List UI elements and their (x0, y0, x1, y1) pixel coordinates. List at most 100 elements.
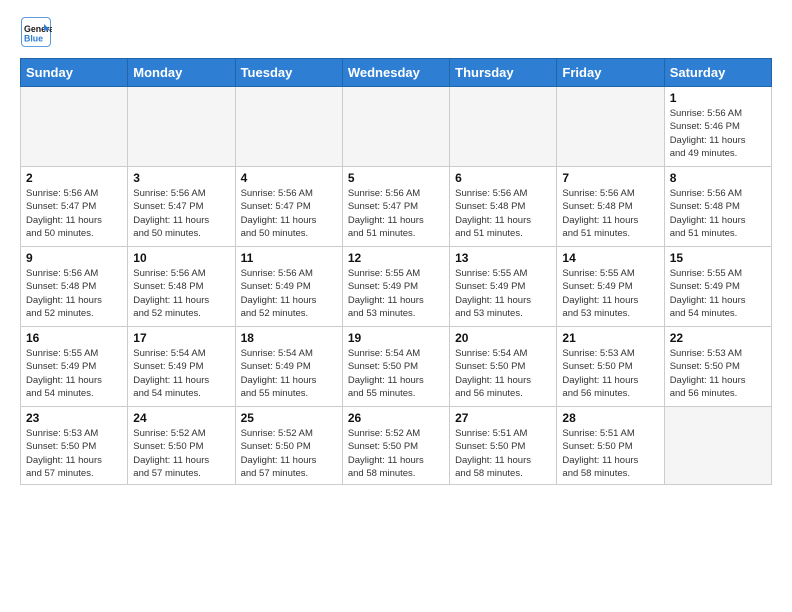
day-info: Sunrise: 5:55 AM Sunset: 5:49 PM Dayligh… (26, 347, 122, 400)
day-cell: 3 Sunrise: 5:56 AM Sunset: 5:47 PM Daylig… (128, 167, 235, 247)
day-cell (664, 407, 771, 485)
week-row-5: 23 Sunrise: 5:53 AM Sunset: 5:50 PM Dayli… (21, 407, 772, 485)
day-cell: 15 Sunrise: 5:55 AM Sunset: 5:49 PM Dayli… (664, 247, 771, 327)
day-cell: 18 Sunrise: 5:54 AM Sunset: 5:49 PM Dayli… (235, 327, 342, 407)
day-number: 28 (562, 411, 658, 425)
day-cell: 14Sunrise: 5:55 AM Sunset: 5:49 PM Dayli… (557, 247, 664, 327)
day-number: 23 (26, 411, 122, 425)
day-cell (557, 87, 664, 167)
day-cell: 9 Sunrise: 5:56 AM Sunset: 5:48 PM Daylig… (21, 247, 128, 327)
day-cell: 20 Sunrise: 5:54 AM Sunset: 5:50 PM Dayli… (450, 327, 557, 407)
day-cell: 7 Sunrise: 5:56 AM Sunset: 5:48 PM Daylig… (557, 167, 664, 247)
weekday-header-friday: Friday (557, 59, 664, 87)
weekday-header-sunday: Sunday (21, 59, 128, 87)
day-info: Sunrise: 5:53 AM Sunset: 5:50 PM Dayligh… (670, 347, 766, 400)
day-number: 16 (26, 331, 122, 345)
day-number: 4 (241, 171, 337, 185)
weekday-header-row: SundayMondayTuesdayWednesdayThursdayFrid… (21, 59, 772, 87)
week-row-3: 9 Sunrise: 5:56 AM Sunset: 5:48 PM Daylig… (21, 247, 772, 327)
day-number: 19 (348, 331, 444, 345)
day-number: 7 (562, 171, 658, 185)
day-number: 22 (670, 331, 766, 345)
weekday-header-thursday: Thursday (450, 59, 557, 87)
day-info: Sunrise: 5:56 AM Sunset: 5:47 PM Dayligh… (26, 187, 122, 240)
day-info: Sunrise: 5:56 AM Sunset: 5:48 PM Dayligh… (455, 187, 551, 240)
weekday-header-tuesday: Tuesday (235, 59, 342, 87)
day-info: Sunrise: 5:53 AM Sunset: 5:50 PM Dayligh… (26, 427, 122, 480)
day-number: 25 (241, 411, 337, 425)
day-info: Sunrise: 5:56 AM Sunset: 5:47 PM Dayligh… (348, 187, 444, 240)
day-cell: 8 Sunrise: 5:56 AM Sunset: 5:48 PM Daylig… (664, 167, 771, 247)
day-number: 14 (562, 251, 658, 265)
day-info: Sunrise: 5:56 AM Sunset: 5:48 PM Dayligh… (133, 267, 229, 320)
day-cell: 4 Sunrise: 5:56 AM Sunset: 5:47 PM Daylig… (235, 167, 342, 247)
day-info: Sunrise: 5:52 AM Sunset: 5:50 PM Dayligh… (133, 427, 229, 480)
week-row-4: 16 Sunrise: 5:55 AM Sunset: 5:49 PM Dayli… (21, 327, 772, 407)
day-info: Sunrise: 5:56 AM Sunset: 5:48 PM Dayligh… (670, 187, 766, 240)
day-number: 13 (455, 251, 551, 265)
week-row-2: 2 Sunrise: 5:56 AM Sunset: 5:47 PM Daylig… (21, 167, 772, 247)
day-cell: 19Sunrise: 5:54 AM Sunset: 5:50 PM Dayli… (342, 327, 449, 407)
day-number: 8 (670, 171, 766, 185)
day-info: Sunrise: 5:54 AM Sunset: 5:49 PM Dayligh… (133, 347, 229, 400)
week-row-1: 1Sunrise: 5:56 AM Sunset: 5:46 PM Daylig… (21, 87, 772, 167)
day-cell: 2 Sunrise: 5:56 AM Sunset: 5:47 PM Daylig… (21, 167, 128, 247)
day-number: 2 (26, 171, 122, 185)
day-cell: 13 Sunrise: 5:55 AM Sunset: 5:49 PM Dayli… (450, 247, 557, 327)
day-cell: 11 Sunrise: 5:56 AM Sunset: 5:49 PM Dayli… (235, 247, 342, 327)
day-number: 21 (562, 331, 658, 345)
day-info: Sunrise: 5:54 AM Sunset: 5:49 PM Dayligh… (241, 347, 337, 400)
logo-icon: General Blue (20, 16, 52, 48)
day-cell: 26 Sunrise: 5:52 AM Sunset: 5:50 PM Dayli… (342, 407, 449, 485)
day-number: 26 (348, 411, 444, 425)
day-info: Sunrise: 5:51 AM Sunset: 5:50 PM Dayligh… (455, 427, 551, 480)
svg-text:Blue: Blue (24, 34, 43, 44)
day-info: Sunrise: 5:53 AM Sunset: 5:50 PM Dayligh… (562, 347, 658, 400)
day-info: Sunrise: 5:52 AM Sunset: 5:50 PM Dayligh… (241, 427, 337, 480)
day-number: 5 (348, 171, 444, 185)
day-cell: 24 Sunrise: 5:52 AM Sunset: 5:50 PM Dayli… (128, 407, 235, 485)
day-number: 3 (133, 171, 229, 185)
day-number: 6 (455, 171, 551, 185)
weekday-header-wednesday: Wednesday (342, 59, 449, 87)
day-info: Sunrise: 5:52 AM Sunset: 5:50 PM Dayligh… (348, 427, 444, 480)
day-number: 27 (455, 411, 551, 425)
day-info: Sunrise: 5:56 AM Sunset: 5:47 PM Dayligh… (241, 187, 337, 240)
day-info: Sunrise: 5:56 AM Sunset: 5:46 PM Dayligh… (670, 107, 766, 160)
day-info: Sunrise: 5:55 AM Sunset: 5:49 PM Dayligh… (348, 267, 444, 320)
day-cell (342, 87, 449, 167)
day-number: 9 (26, 251, 122, 265)
day-cell: 5 Sunrise: 5:56 AM Sunset: 5:47 PM Daylig… (342, 167, 449, 247)
day-cell: 17Sunrise: 5:54 AM Sunset: 5:49 PM Dayli… (128, 327, 235, 407)
day-number: 20 (455, 331, 551, 345)
day-info: Sunrise: 5:55 AM Sunset: 5:49 PM Dayligh… (670, 267, 766, 320)
calendar: SundayMondayTuesdayWednesdayThursdayFrid… (20, 58, 772, 485)
day-cell: 21 Sunrise: 5:53 AM Sunset: 5:50 PM Dayli… (557, 327, 664, 407)
day-info: Sunrise: 5:56 AM Sunset: 5:49 PM Dayligh… (241, 267, 337, 320)
day-cell: 16 Sunrise: 5:55 AM Sunset: 5:49 PM Dayli… (21, 327, 128, 407)
day-cell: 10 Sunrise: 5:56 AM Sunset: 5:48 PM Dayli… (128, 247, 235, 327)
day-number: 18 (241, 331, 337, 345)
day-info: Sunrise: 5:56 AM Sunset: 5:47 PM Dayligh… (133, 187, 229, 240)
day-info: Sunrise: 5:51 AM Sunset: 5:50 PM Dayligh… (562, 427, 658, 480)
day-cell: 22 Sunrise: 5:53 AM Sunset: 5:50 PM Dayli… (664, 327, 771, 407)
header: General Blue (20, 16, 772, 48)
day-info: Sunrise: 5:55 AM Sunset: 5:49 PM Dayligh… (455, 267, 551, 320)
day-number: 12 (348, 251, 444, 265)
day-number: 11 (241, 251, 337, 265)
weekday-header-monday: Monday (128, 59, 235, 87)
day-info: Sunrise: 5:56 AM Sunset: 5:48 PM Dayligh… (562, 187, 658, 240)
day-info: Sunrise: 5:54 AM Sunset: 5:50 PM Dayligh… (455, 347, 551, 400)
day-cell (450, 87, 557, 167)
day-cell: 25 Sunrise: 5:52 AM Sunset: 5:50 PM Dayli… (235, 407, 342, 485)
day-info: Sunrise: 5:56 AM Sunset: 5:48 PM Dayligh… (26, 267, 122, 320)
day-cell: 23 Sunrise: 5:53 AM Sunset: 5:50 PM Dayli… (21, 407, 128, 485)
day-cell: 12 Sunrise: 5:55 AM Sunset: 5:49 PM Dayli… (342, 247, 449, 327)
day-cell (235, 87, 342, 167)
day-cell (128, 87, 235, 167)
day-number: 24 (133, 411, 229, 425)
day-number: 15 (670, 251, 766, 265)
page: General Blue SundayMondayTuesdayWednesda… (0, 0, 792, 612)
day-number: 10 (133, 251, 229, 265)
day-cell: 28 Sunrise: 5:51 AM Sunset: 5:50 PM Dayli… (557, 407, 664, 485)
